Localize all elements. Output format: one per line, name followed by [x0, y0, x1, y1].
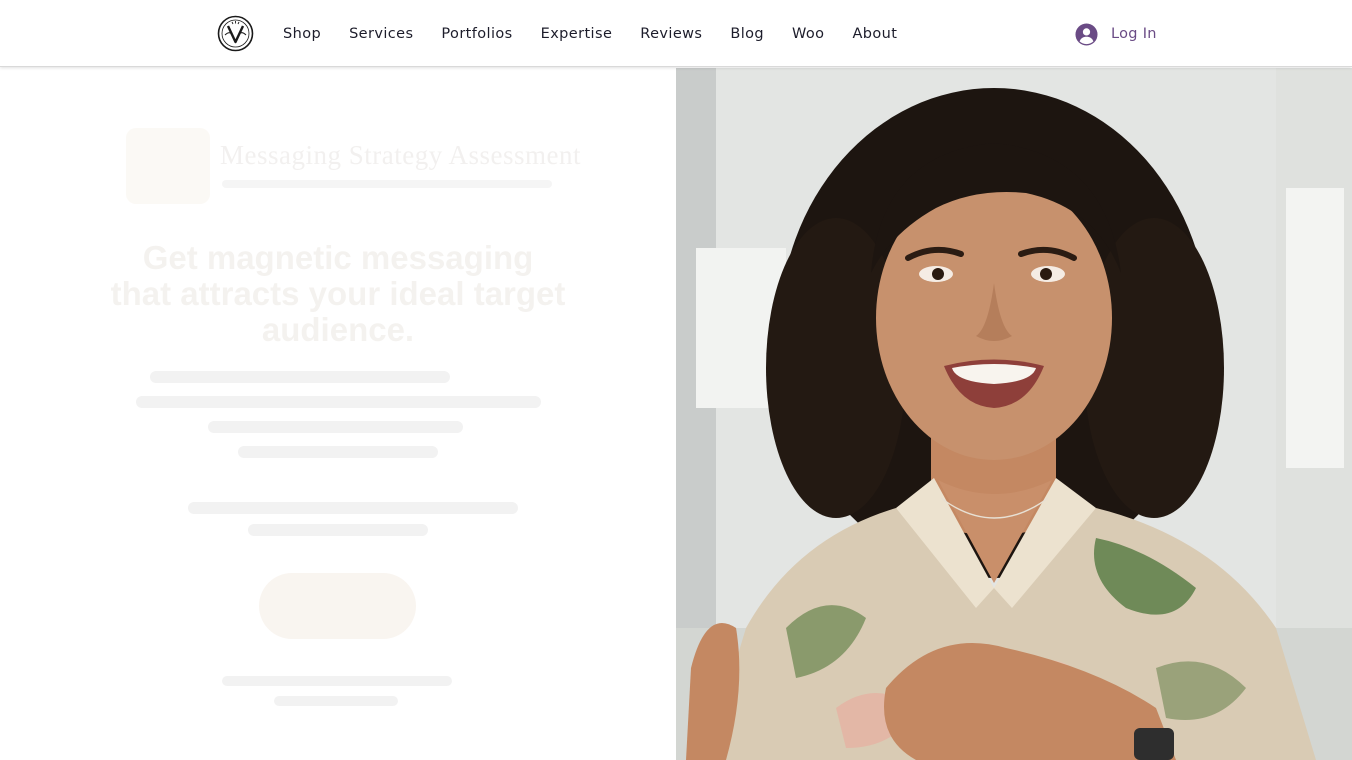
nav-expertise[interactable]: Expertise	[527, 26, 627, 42]
user-avatar-icon	[1075, 22, 1098, 46]
brand-title: Messaging Strategy Assessment	[220, 140, 581, 170]
brand-mark-icon	[126, 128, 210, 204]
body-text-line	[150, 371, 450, 383]
body-text-line	[238, 446, 438, 458]
nav-portfolios[interactable]: Portfolios	[427, 26, 526, 42]
login-button[interactable]: Log In	[1075, 21, 1157, 47]
cta-button[interactable]	[259, 573, 416, 639]
site-logo[interactable]	[217, 15, 254, 52]
body-text-line	[188, 502, 518, 514]
hero-headline: Get magnetic messaging that attracts you…	[110, 239, 566, 348]
brand-subtitle-line	[222, 180, 552, 188]
login-label: Log In	[1111, 26, 1157, 42]
nav-about[interactable]: About	[838, 26, 911, 42]
footnote-line	[274, 696, 398, 706]
v-monogram-logo-icon	[217, 15, 254, 52]
body-text-line	[136, 396, 541, 408]
nav-services[interactable]: Services	[335, 26, 427, 42]
footnote-line	[222, 676, 452, 686]
nav-reviews[interactable]: Reviews	[626, 26, 716, 42]
nav-woo[interactable]: Woo	[778, 26, 838, 42]
body-text-line	[248, 524, 428, 536]
site-header: Shop Services Portfolios Expertise Revie…	[0, 0, 1352, 67]
hero-content-panel: Messaging Strategy Assessment Get magnet…	[0, 68, 676, 760]
nav-shop[interactable]: Shop	[269, 26, 335, 42]
smiling-woman-photo	[676, 68, 1352, 760]
nav-blog[interactable]: Blog	[716, 26, 778, 42]
hero-photo	[676, 68, 1352, 760]
body-text-line	[208, 421, 463, 433]
main-nav: Shop Services Portfolios Expertise Revie…	[269, 0, 911, 67]
